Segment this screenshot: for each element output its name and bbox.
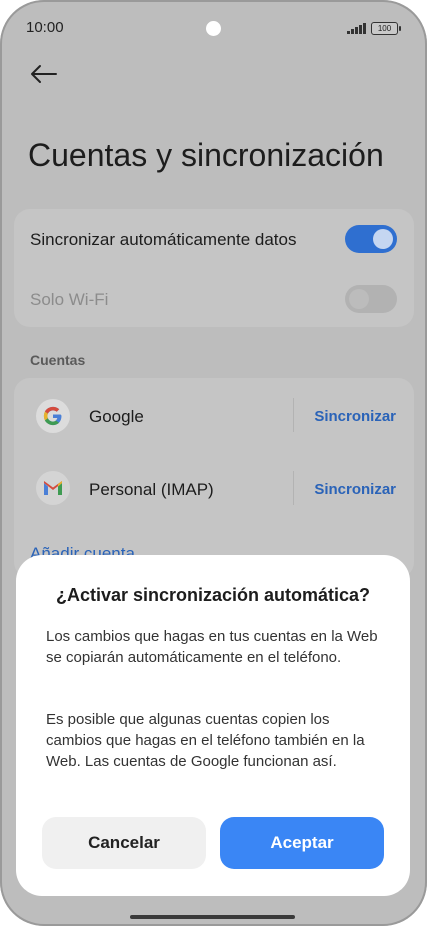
toggle-knob [373, 229, 393, 249]
toggle-knob [349, 289, 369, 309]
cancel-button[interactable]: Cancelar [42, 817, 206, 869]
auto-sync-dialog: ¿Activar sincronización automática? Los … [16, 555, 410, 896]
dialog-title: ¿Activar sincronización automática? [55, 585, 371, 605]
accept-button[interactable]: Aceptar [220, 817, 384, 869]
divider [293, 398, 294, 432]
wifi-only-toggle[interactable] [345, 285, 397, 313]
battery-icon: 100 [371, 22, 401, 35]
dialog-paragraph-2: Es posible que algunas cuentas copien lo… [46, 711, 365, 770]
account-name: Personal (IMAP) [89, 480, 214, 499]
dialog-paragraph-1: Los cambios que hagas en tus cuentas en … [46, 628, 378, 666]
sync-imap-button[interactable]: Sincronizar [314, 481, 396, 498]
auto-sync-label: Sincronizar automáticamente datos [30, 230, 297, 249]
page-title: Cuentas y sincronización [28, 137, 384, 174]
sync-google-button[interactable]: Sincronizar [314, 408, 396, 425]
wifi-only-label: Solo Wi-Fi [30, 290, 109, 309]
sync-settings-card: Sincronizar automáticamente datos Solo W… [14, 209, 414, 327]
front-camera [206, 21, 221, 36]
accounts-card: Google Sincronizar Personal (IMAP) Sincr… [14, 378, 414, 578]
home-indicator[interactable] [130, 915, 295, 919]
status-bar: 10:00 100 [0, 0, 427, 56]
phone-screen: 10:00 100 Cuentas y sincronización Sincr… [0, 0, 427, 926]
google-icon [36, 399, 70, 433]
signal-icon [347, 23, 366, 34]
auto-sync-toggle[interactable] [345, 225, 397, 253]
divider [293, 471, 294, 505]
gmail-icon [36, 471, 70, 505]
status-time: 10:00 [26, 19, 64, 36]
account-name: Google [89, 407, 144, 426]
back-arrow-icon[interactable] [28, 62, 58, 86]
accounts-section-label: Cuentas [30, 352, 86, 368]
